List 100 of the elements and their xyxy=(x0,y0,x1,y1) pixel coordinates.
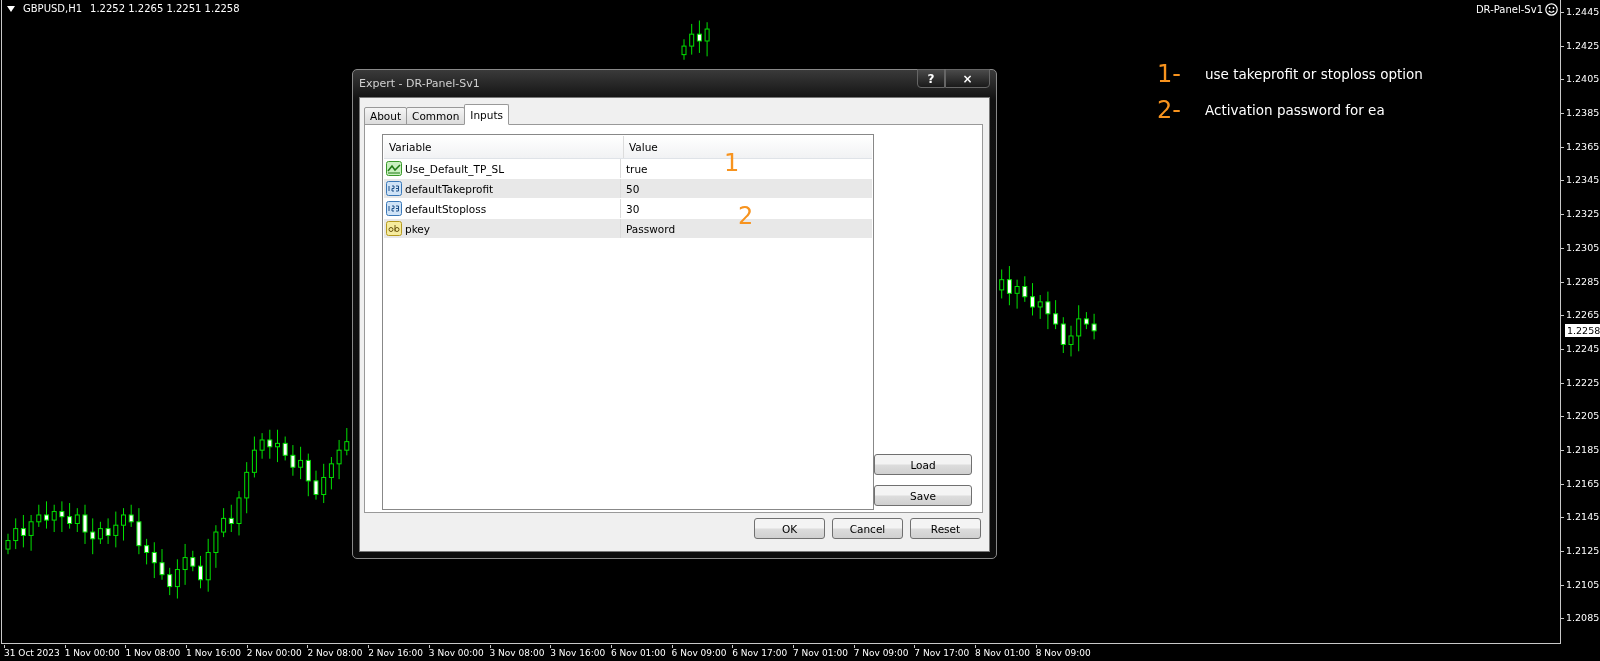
candle xyxy=(121,507,126,542)
help-button[interactable]: ? xyxy=(917,69,945,88)
close-button[interactable]: × xyxy=(945,69,990,88)
price-label: 1.2305 xyxy=(1566,240,1600,255)
price-label: 1.2185 xyxy=(1566,442,1600,457)
line-chart-icon xyxy=(386,161,402,176)
number-icon xyxy=(386,201,402,216)
ohlc-values: 1.2252 1.2265 1.2251 1.2258 xyxy=(90,3,240,14)
price-label: 1.2405 xyxy=(1566,72,1600,87)
time-label: 6 Nov 17:00 xyxy=(732,648,789,659)
candle xyxy=(51,504,57,533)
value-text[interactable]: Password xyxy=(626,222,676,235)
price-label: 1.2265 xyxy=(1566,308,1600,323)
text-icon xyxy=(386,221,402,236)
time-label: 7 Nov 09:00 xyxy=(853,648,910,659)
value-text[interactable]: 30 xyxy=(626,202,640,215)
time-label: 7 Nov 01:00 xyxy=(792,648,849,659)
dialog-button[interactable]: Reset xyxy=(910,518,981,539)
candle xyxy=(313,470,319,501)
column-header[interactable]: Variable xyxy=(384,136,624,158)
candle xyxy=(681,38,687,61)
candle xyxy=(113,511,119,548)
price-label: 1.2365 xyxy=(1566,139,1600,154)
dialog-button[interactable]: OK xyxy=(754,518,825,539)
time-label: 3 Nov 16:00 xyxy=(550,648,607,659)
candle xyxy=(159,548,165,581)
candle xyxy=(290,444,296,477)
candle xyxy=(205,538,211,593)
candle xyxy=(28,514,34,552)
price-label: 1.2085 xyxy=(1566,611,1600,626)
candle xyxy=(336,439,342,480)
price-label: 1.2345 xyxy=(1566,173,1600,188)
annotation-number: 1 xyxy=(724,150,740,176)
current-price-tag: 1.2258 xyxy=(1565,324,1600,337)
candle xyxy=(1091,313,1097,340)
tab[interactable]: About xyxy=(364,107,408,125)
price-label: 1.2125 xyxy=(1566,544,1600,558)
candle xyxy=(236,490,242,536)
price-label: 1.2385 xyxy=(1566,106,1600,121)
time-label: 3 Nov 08:00 xyxy=(489,648,546,659)
candle xyxy=(1068,325,1074,357)
candle xyxy=(5,533,11,555)
price-label: 1.2225 xyxy=(1566,375,1600,390)
value-text[interactable]: true xyxy=(626,162,648,175)
candle xyxy=(198,555,203,589)
candle xyxy=(128,504,134,528)
price-label: 1.2245 xyxy=(1566,341,1600,356)
dropdown-triangle-icon xyxy=(7,5,15,12)
candle xyxy=(105,517,111,545)
price-label: 1.2445 xyxy=(1566,5,1600,19)
price-label: 1.2205 xyxy=(1566,409,1600,424)
candle xyxy=(1037,294,1043,320)
variable-name: Use_Default_TP_SL xyxy=(405,162,504,175)
candle xyxy=(36,504,42,528)
annotation-text: use takeprofit or stoploss option xyxy=(1205,66,1423,82)
time-label: 2 Nov 08:00 xyxy=(307,648,364,659)
price-label: 1.2285 xyxy=(1566,274,1600,289)
time-label: 1 Nov 00:00 xyxy=(64,648,121,659)
candle xyxy=(1022,275,1028,303)
candle xyxy=(259,432,265,460)
dialog-button[interactable]: Cancel xyxy=(832,518,903,539)
dialog-title: Expert - DR-Panel-Sv1 xyxy=(359,77,480,90)
annotation-number: 2 xyxy=(738,203,754,229)
time-label: 8 Nov 01:00 xyxy=(975,648,1031,659)
candle xyxy=(1045,291,1051,330)
candle xyxy=(275,429,280,463)
candle xyxy=(267,429,273,460)
time-label: 6 Nov 09:00 xyxy=(671,648,728,659)
candle xyxy=(704,21,710,57)
tab[interactable]: Inputs xyxy=(464,104,509,125)
time-label: 6 Nov 01:00 xyxy=(610,648,667,659)
value-text[interactable]: 50 xyxy=(626,182,640,195)
candle xyxy=(59,500,65,533)
time-label: 1 Nov 16:00 xyxy=(186,648,242,659)
price-label: 1.2325 xyxy=(1566,207,1600,222)
candle xyxy=(1030,282,1035,316)
candle xyxy=(44,500,49,530)
expert-name: DR-Panel-Sv1 xyxy=(1475,4,1543,15)
time-label: 2 Nov 00:00 xyxy=(246,648,303,659)
number-icon xyxy=(386,181,402,196)
time-label: 7 Nov 17:00 xyxy=(914,648,971,659)
price-label: 1.2165 xyxy=(1566,476,1600,491)
candle xyxy=(190,550,196,572)
time-label: 31 Oct 2023 xyxy=(4,648,61,659)
variable-name: defaultStoploss xyxy=(405,202,487,215)
price-label: 1.2105 xyxy=(1566,577,1600,592)
candle xyxy=(136,507,142,555)
side-button[interactable]: Save xyxy=(874,485,972,506)
candle xyxy=(182,543,188,586)
variable-name: pkey xyxy=(405,222,431,235)
candle xyxy=(344,427,350,456)
variable-name: defaultTakeprofit xyxy=(405,182,494,195)
annotation-number: 1- xyxy=(1157,60,1182,88)
tab[interactable]: Common xyxy=(406,107,466,125)
side-button[interactable]: Load xyxy=(874,454,972,475)
chart-symbol: GBPUSD,H1 xyxy=(23,3,83,14)
price-label: 1.2145 xyxy=(1566,510,1600,525)
time-label: 8 Nov 09:00 xyxy=(1035,648,1092,659)
time-label: 2 Nov 16:00 xyxy=(368,648,425,659)
annotation-text: Activation password for ea xyxy=(1205,102,1385,118)
